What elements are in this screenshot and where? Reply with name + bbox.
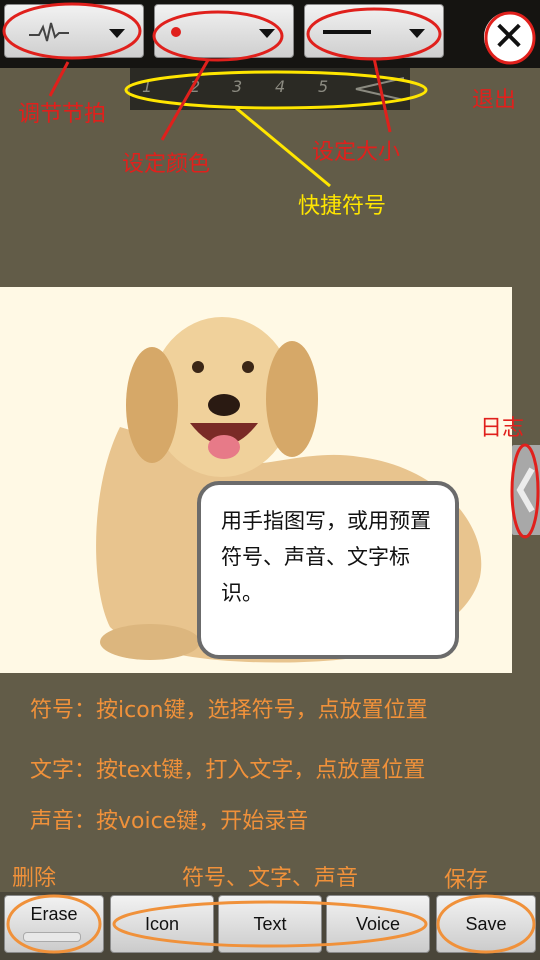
bubble-text: 用手指图写，或用预置符号、声音、文字标识。 [221,509,431,605]
annotation-quick-symbols: 快捷符号 [298,194,387,219]
annotation-erase: 删除 [12,866,57,891]
annotation-exit: 退出 [472,88,517,113]
instruction-icon: 符号：按icon键，选择符号，点放置位置 [30,698,428,723]
annotation-size: 设定大小 [312,140,401,165]
annotation-log: 日志 [480,416,525,441]
instruction-text: 文字：按text键，打入文字，点放置位置 [30,758,426,783]
bottom-annotation-overlay [6,894,536,954]
log-highlight-ring [510,443,540,539]
annotation-icon-text-voice: 符号、文字、声音 [182,866,359,891]
instruction-voice: 声音：按voice键，开始录音 [30,809,309,834]
instruction-bubble: 用手指图写，或用预置符号、声音、文字标识。 [197,481,459,659]
annotation-tempo: 调节节拍 [18,102,107,127]
annotation-color: 设定颜色 [122,152,211,177]
